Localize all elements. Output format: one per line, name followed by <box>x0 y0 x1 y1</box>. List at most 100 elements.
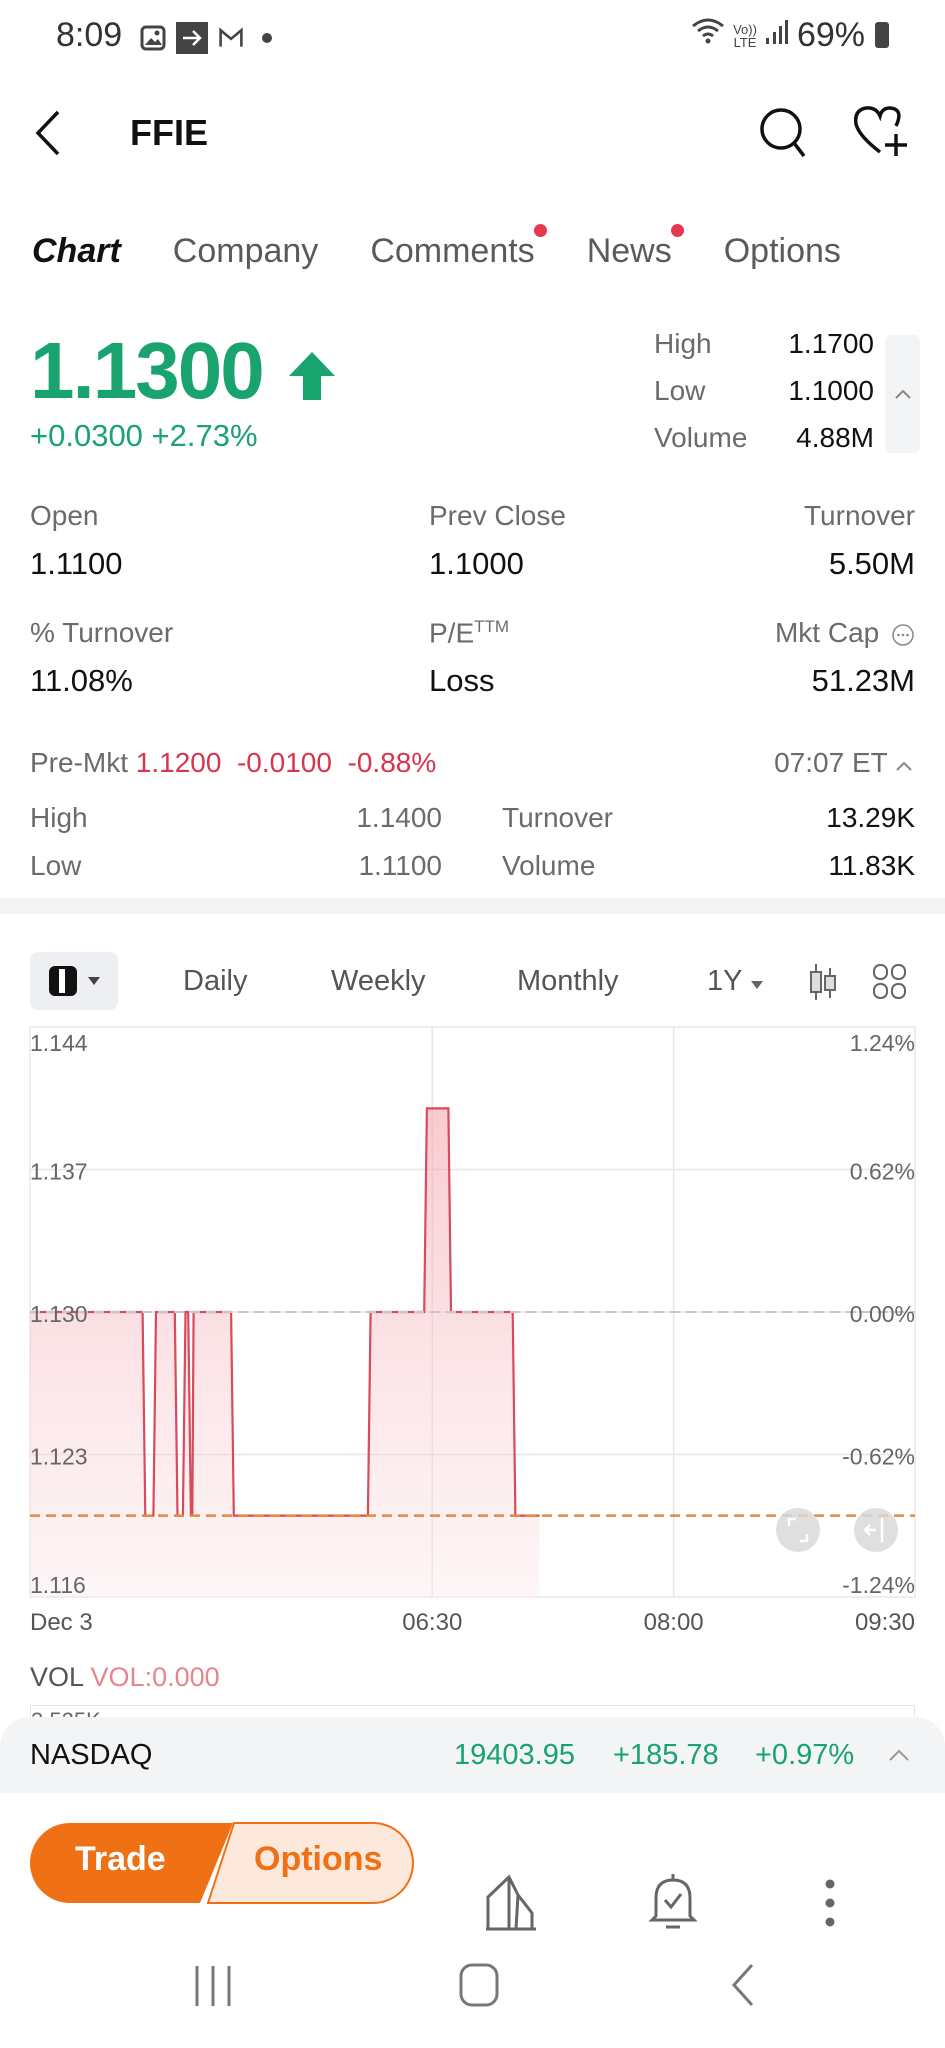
premarket-price: 1.1200 <box>135 747 222 778</box>
recents-button[interactable] <box>193 1964 233 2013</box>
volume-indicator-label: VOL VOL:0.000 <box>30 1662 220 1693</box>
volume-value: 4.88M <box>796 422 874 453</box>
x-tick-label: Dec 3 <box>30 1609 93 1636</box>
last-price: 1.1300 <box>30 325 337 417</box>
section-divider <box>0 898 945 914</box>
price-chart[interactable]: 1.144 1.24% 1.137 0.62% 1.130 0.00% 1.123 -0.62… <box>0 1020 945 1640</box>
search-button[interactable] <box>758 106 810 165</box>
stat-open: Open 1.1100 <box>30 500 123 582</box>
caret-down-icon <box>88 977 100 985</box>
stat-label: Prev Close <box>429 500 566 531</box>
premarket-time: 07:07 ET <box>774 747 888 778</box>
mkt-cap-label: Mkt Cap <box>774 617 880 648</box>
tab-options[interactable]: Options <box>724 232 841 271</box>
premarket-time-toggle[interactable]: 07:07 ET <box>774 747 913 779</box>
y-percent-label: 0.62% <box>850 1159 915 1185</box>
y-tick-label: 1.137 <box>30 1159 88 1185</box>
premarket-high-label: High <box>30 802 88 833</box>
period-daily[interactable]: Daily <box>183 965 247 998</box>
index-ticker-bar[interactable]: NASDAQ 19403.95 +185.78 +0.97% <box>0 1717 945 1793</box>
y-percent-label: 0.00% <box>850 1301 915 1327</box>
candlestick-button[interactable] <box>808 962 838 1007</box>
stat-pe-ttm: P/ETTM Loss <box>429 617 509 699</box>
y-percent-label: -1.24% <box>842 1572 915 1598</box>
stat-label: % Turnover <box>30 617 174 648</box>
tab-label: News <box>586 232 672 270</box>
low-value: 1.1000 <box>788 375 874 406</box>
price-alert-button[interactable] <box>648 1872 698 1939</box>
more-info-icon[interactable] <box>891 623 915 647</box>
grid-icon <box>873 964 906 999</box>
gmail-icon <box>218 25 244 51</box>
unread-badge <box>533 224 547 237</box>
tab-comments[interactable]: Comments <box>370 224 547 271</box>
options-button[interactable]: Options <box>254 1840 382 1879</box>
chart-type-selector[interactable] <box>30 952 118 1010</box>
stat-label: P/ETTM <box>429 617 509 649</box>
gallery-icon <box>140 25 166 51</box>
heart-plus-icon <box>853 106 907 156</box>
volume-label: Volume <box>654 422 748 453</box>
premarket-low-value: 1.1100 <box>358 850 442 881</box>
high-value: 1.1700 <box>788 328 874 359</box>
chevron-up-icon <box>889 1749 909 1761</box>
day-range-panel: High 1.1700 Low 1.1000 Volume 4.88M <box>654 328 874 469</box>
caret-down-icon <box>751 981 764 989</box>
stat-value: 11.08% <box>30 663 133 698</box>
trade-button[interactable]: Trade <box>75 1840 166 1879</box>
tab-chart[interactable]: Chart <box>30 232 121 273</box>
battery-icon <box>875 22 889 48</box>
premarket-volume-label: Volume <box>502 850 596 881</box>
stat-value: 5.50M <box>828 546 915 581</box>
change-percent: +2.73% <box>151 418 258 453</box>
premarket-change-percent: -0.88% <box>347 747 437 778</box>
period-weekly[interactable]: Weekly <box>331 965 426 998</box>
range-selector[interactable]: 1Y <box>707 965 764 998</box>
premarket-label: Pre-Mkt <box>30 747 128 778</box>
y-tick-label: 1.130 <box>30 1301 88 1327</box>
indicators-button[interactable] <box>872 962 908 1007</box>
bell-check-icon <box>648 1874 698 1929</box>
stat-label: Open <box>30 500 99 531</box>
search-icon <box>760 108 806 158</box>
tab-bar: Chart Company Comments News Options <box>30 224 841 273</box>
status-time: 8:09 <box>56 16 123 54</box>
index-name: NASDAQ <box>30 1738 153 1771</box>
stat-value: 1.1100 <box>30 546 123 581</box>
y-percent-label: 1.24% <box>850 1030 915 1056</box>
low-label: Low <box>654 375 706 406</box>
analysis-button[interactable] <box>484 1873 538 1938</box>
volte-icon: Vo)) LTE <box>733 21 757 50</box>
fullscreen-button[interactable] <box>776 1508 820 1552</box>
premarket-summary: Pre-Mkt 1.1200 -0.0100 -0.88% <box>30 747 436 779</box>
add-watchlist-button[interactable] <box>852 104 916 165</box>
tab-news[interactable]: News <box>586 224 684 271</box>
change-value: +0.0300 <box>30 418 143 453</box>
tab-label: Comments <box>370 232 535 270</box>
period-monthly[interactable]: Monthly <box>517 965 619 998</box>
stat-label: Turnover <box>803 500 915 531</box>
premarket-turnover-value: 13.29K <box>826 802 915 833</box>
arrow-up-icon <box>288 351 335 400</box>
chevron-up-icon <box>894 389 911 399</box>
chart-layout-icon <box>49 966 77 996</box>
wifi-icon <box>691 16 725 55</box>
stat-value: 51.23M <box>811 663 915 698</box>
home-button[interactable] <box>458 1962 500 2013</box>
x-tick-label: 09:30 <box>855 1609 915 1636</box>
premarket-volume-value: 11.83K <box>828 850 915 881</box>
system-back-button[interactable] <box>728 1962 758 2013</box>
price-value: 1.1300 <box>30 326 265 415</box>
collapse-button[interactable] <box>885 335 920 453</box>
notification-icons <box>140 22 280 54</box>
more-button[interactable] <box>823 1878 837 1933</box>
tab-company[interactable]: Company <box>173 232 319 271</box>
candlestick-icon <box>810 964 836 1000</box>
x-tick-label: 08:00 <box>644 1609 704 1636</box>
y-percent-label: -0.62% <box>842 1444 915 1470</box>
stat-mkt-cap: Mkt Cap 51.23M <box>775 617 915 699</box>
stat-percent-turnover: % Turnover 11.08% <box>30 617 173 699</box>
reset-position-button[interactable] <box>854 1508 898 1552</box>
premarket-low-label: Low <box>30 850 82 881</box>
back-button[interactable] <box>28 108 68 158</box>
